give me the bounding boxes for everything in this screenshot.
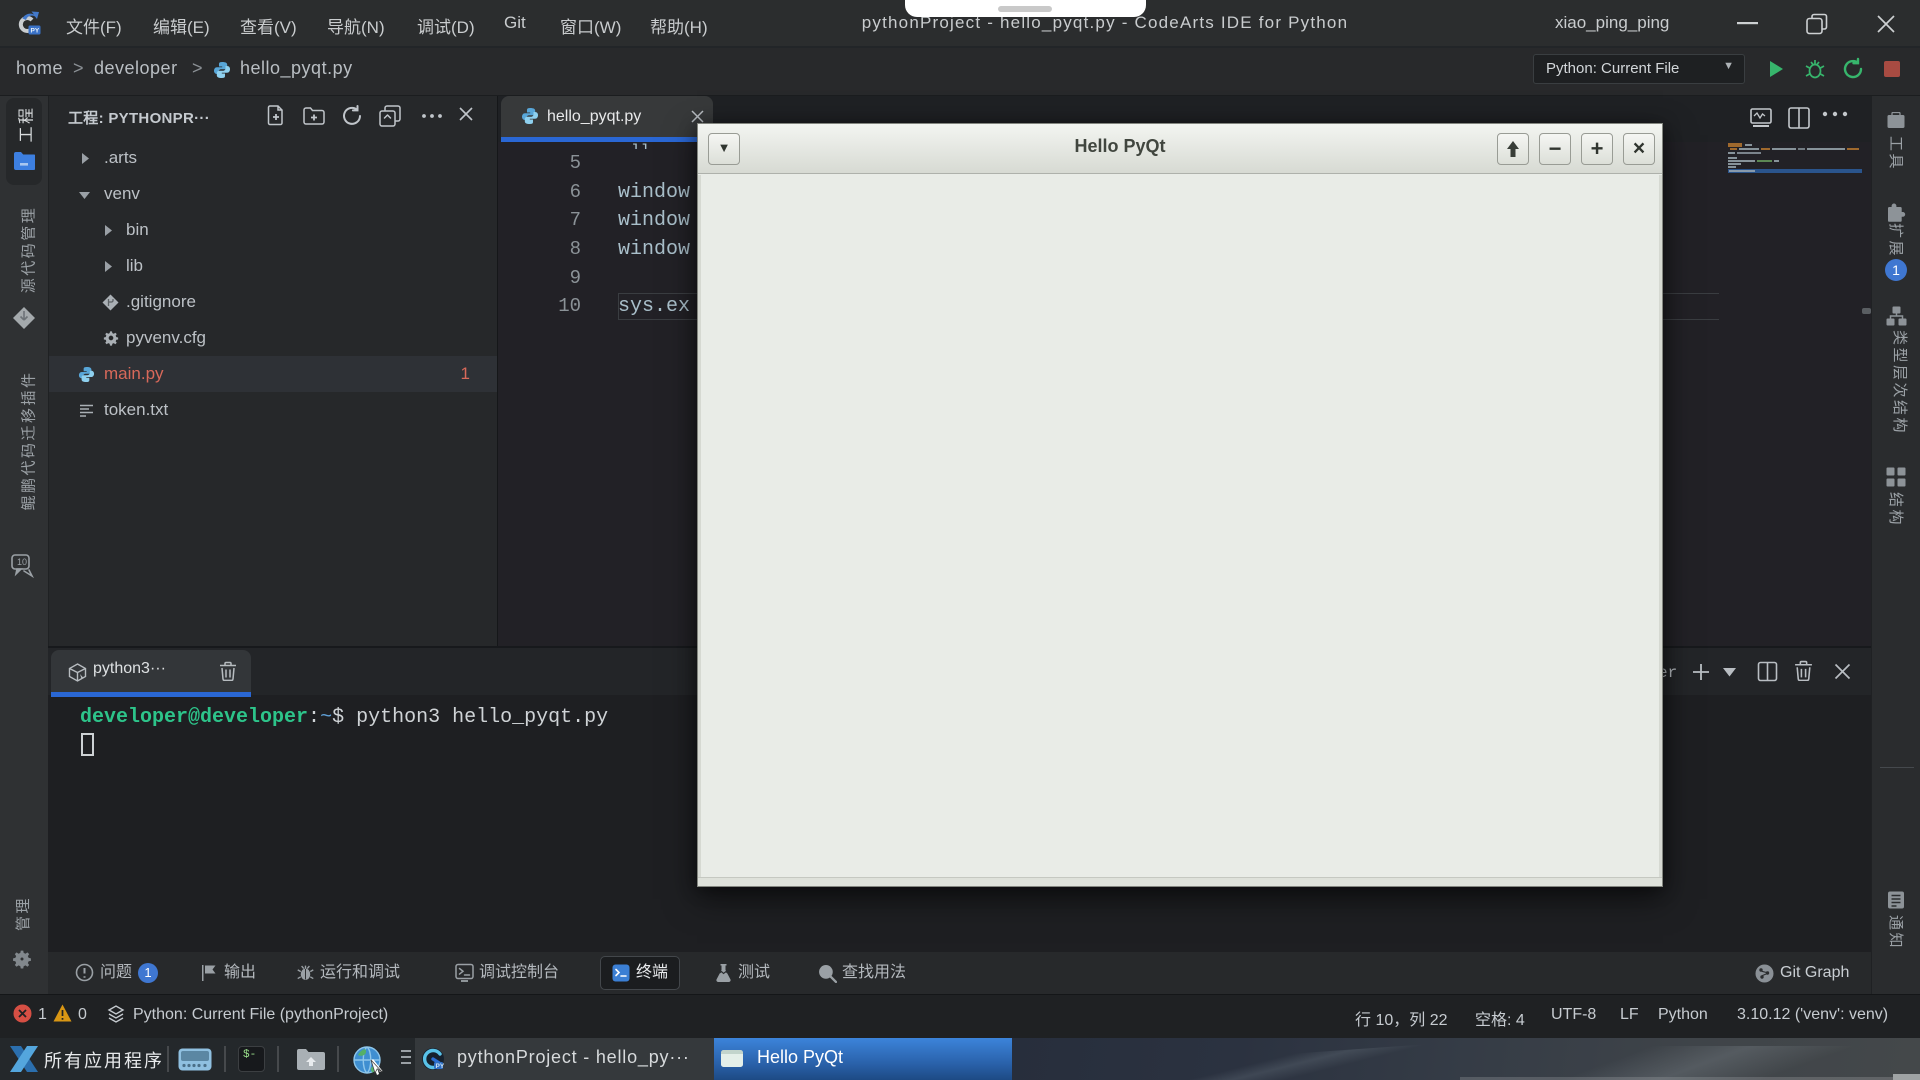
svg-text:PY: PY [436,1063,445,1070]
svg-text:PY: PY [31,28,40,35]
svg-text:10: 10 [17,557,27,567]
